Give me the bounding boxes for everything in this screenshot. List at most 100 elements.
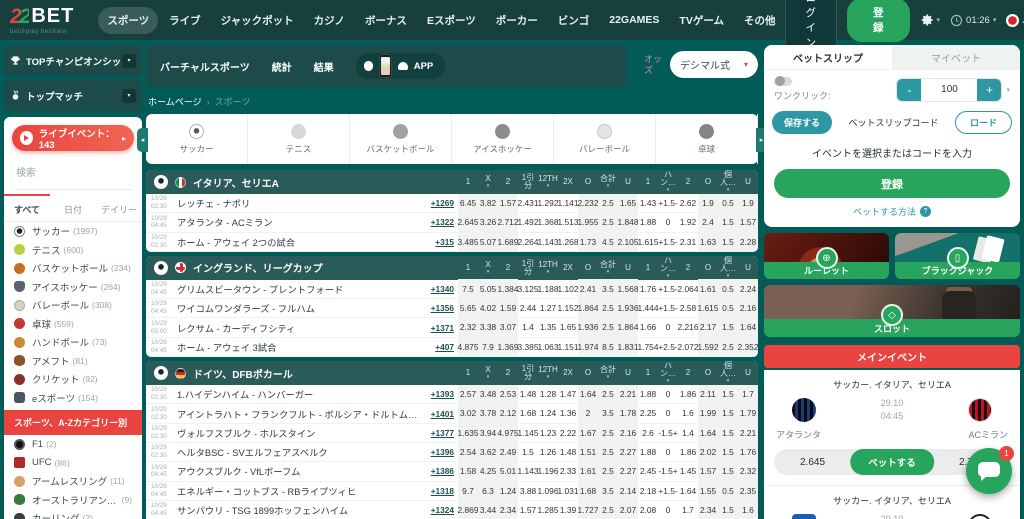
sport-tab[interactable]: テニス	[248, 114, 350, 164]
odds-cell[interactable]: 1.79	[738, 403, 758, 424]
match-name[interactable]: ホーム - アウェイ 2つの試合	[173, 235, 425, 249]
odds-column-header[interactable]: 2	[678, 362, 698, 384]
odds-cell[interactable]: 1.55	[698, 481, 718, 501]
match-name[interactable]: ヘルタBSC - SVエルフェアスベルク	[173, 445, 425, 459]
filter-tab[interactable]: すべて	[4, 194, 50, 221]
odds-cell[interactable]: 1.152	[558, 299, 579, 318]
chevron-down-icon[interactable]: ▾	[122, 88, 136, 103]
slots-tile[interactable]: スロット ◇	[764, 285, 1020, 337]
odds-cell[interactable]: 1.615	[698, 298, 718, 318]
odds-cell[interactable]: 2.064	[678, 279, 699, 298]
odds-cell[interactable]: 1.6	[738, 500, 758, 519]
odds-cell[interactable]: +1.5-	[658, 481, 678, 500]
odds-cell[interactable]: 1.4	[518, 318, 538, 337]
odds-column-header[interactable]: 1	[458, 257, 478, 279]
how-to-bet-link[interactable]: ベットする方法 ?	[764, 198, 1020, 227]
odds-cell[interactable]: 2.5	[598, 298, 618, 318]
odds-cell[interactable]: 1.141	[558, 194, 579, 213]
odds-cell[interactable]: 1.031	[558, 481, 579, 500]
odds-cell[interactable]: 1.57	[738, 212, 758, 233]
odds-cell[interactable]: +1.5-	[658, 279, 678, 298]
odds-cell[interactable]: 1.36	[558, 404, 578, 423]
odds-cell[interactable]: 1.063	[538, 337, 559, 356]
live-events-button[interactable]: ライブイベント：143 ▸	[12, 125, 134, 151]
sidebar-sport-item[interactable]: F1 (2)	[4, 435, 142, 454]
odds-cell[interactable]: 4.875	[458, 337, 478, 357]
odds-column-header[interactable]: 2	[678, 171, 698, 193]
sidebar-sport-item[interactable]: カーリング (2)	[4, 509, 142, 519]
odds-cell[interactable]: 2.53	[498, 384, 518, 404]
odds-cell[interactable]: +1.5-	[658, 232, 678, 251]
scroll-left-arrow[interactable]: ◂	[137, 128, 148, 152]
odds-cell[interactable]: 1.615	[638, 232, 659, 251]
brand-logo[interactable]: 22 BET bet②play bet②win	[10, 6, 74, 35]
odds-cell[interactable]: 1.848	[618, 212, 638, 233]
odds-cell[interactable]: 2.57	[458, 384, 478, 404]
menu-item[interactable]: ライブ	[160, 7, 210, 34]
odds-cell[interactable]: 2.11	[698, 384, 718, 404]
odds-cell[interactable]: 3.5	[598, 481, 618, 501]
odds-cell[interactable]: 5.65	[458, 298, 478, 318]
toolbar-link[interactable]: バーチャルスポーツ	[160, 59, 250, 74]
match-name[interactable]: グリムスビータウン - ブレントフォード	[173, 282, 425, 296]
odds-cell[interactable]: 1.5	[718, 232, 738, 252]
chevron-down-icon[interactable]: ▾	[1006, 86, 1010, 94]
odds-column-header[interactable]: 合計	[598, 362, 618, 384]
odds-cell[interactable]: 1.285	[538, 500, 559, 519]
odds-cell[interactable]: 1.689	[498, 232, 518, 252]
odds-cell[interactable]: 1.64	[738, 317, 758, 338]
odds-cell[interactable]: 1.43	[638, 194, 658, 213]
sidebar-sport-item[interactable]: アメフト (81)	[4, 352, 142, 371]
odds-cell[interactable]: 1.59	[498, 298, 518, 318]
sidebar-sport-item[interactable]: バレーボール (308)	[4, 296, 142, 315]
menu-item[interactable]: スポーツ	[98, 6, 159, 34]
filter-tab[interactable]: 日付	[50, 194, 96, 221]
betslip-register-button[interactable]: 登録	[774, 169, 1010, 198]
odds-column-header[interactable]: 個人…	[718, 362, 738, 384]
odds-column-header[interactable]: 1引分	[518, 257, 538, 279]
odds-cell[interactable]: 0	[658, 318, 678, 337]
odds-cell[interactable]: 1.48	[518, 385, 538, 404]
odds-cell[interactable]: 0.5	[718, 193, 738, 213]
odds-cell[interactable]: 1.76	[738, 442, 758, 462]
odds-cell[interactable]: 3.485	[458, 232, 478, 252]
odds-cell[interactable]: 2.4	[698, 212, 718, 233]
odds-cell[interactable]: 1.58	[458, 461, 478, 482]
odds-cell[interactable]: 1.145	[518, 423, 539, 442]
odds-cell[interactable]: 2.54	[458, 442, 478, 462]
odds-cell[interactable]: 1.635	[458, 423, 478, 443]
sidebar-sport-item[interactable]: サッカー (1997)	[4, 222, 142, 241]
odds-cell[interactable]: 2.645	[458, 212, 478, 233]
odds-cell[interactable]: 1.513	[558, 213, 579, 232]
odds-cell[interactable]: 3.62	[478, 442, 498, 462]
odds-cell[interactable]: 1.143	[538, 232, 559, 251]
odds-cell[interactable]: 2.5	[598, 442, 618, 462]
odds-cell[interactable]: 1.592	[698, 337, 718, 357]
chevron-down-icon[interactable]: ▾	[122, 53, 136, 68]
more-markets-link[interactable]: +1318	[425, 486, 458, 496]
odds-cell[interactable]: 1.24	[538, 404, 558, 423]
odds-column-header[interactable]: ハン…	[658, 256, 678, 279]
odds-cell[interactable]: 2.44	[518, 299, 538, 318]
odds-cell[interactable]: 2.02	[698, 442, 718, 462]
odds-cell[interactable]: 1.28	[538, 385, 558, 404]
odds-cell[interactable]: 3.78	[478, 403, 498, 424]
sidebar-sport-item[interactable]: 卓球 (559)	[4, 315, 142, 334]
odds-cell[interactable]: 2.41	[578, 279, 598, 299]
odds-cell[interactable]: 1.48	[558, 442, 578, 461]
odds-column-header[interactable]: 12TH	[538, 362, 558, 384]
odds-cell[interactable]: 1.292	[538, 194, 559, 213]
odds-cell[interactable]: 2.45	[638, 462, 658, 481]
odds-cell[interactable]: 1.492	[518, 213, 539, 232]
odds-cell[interactable]: 2.5	[598, 461, 618, 482]
blackjack-tile[interactable]: ブラックジャック ▯	[895, 233, 1020, 279]
odds-cell[interactable]: 1.57	[518, 500, 538, 519]
odds-cell[interactable]: 1.24	[498, 481, 518, 501]
odds-cell[interactable]: 1.196	[538, 462, 559, 481]
odds-cell[interactable]: +2.5-	[658, 337, 678, 356]
odds-cell[interactable]: 1.9	[698, 193, 718, 213]
more-markets-link[interactable]: +1340	[425, 284, 458, 294]
odds-cell[interactable]: 2.34	[498, 500, 518, 519]
odds-cell[interactable]: 1.88	[638, 213, 658, 232]
odds-cell[interactable]: 1.64	[678, 481, 698, 500]
